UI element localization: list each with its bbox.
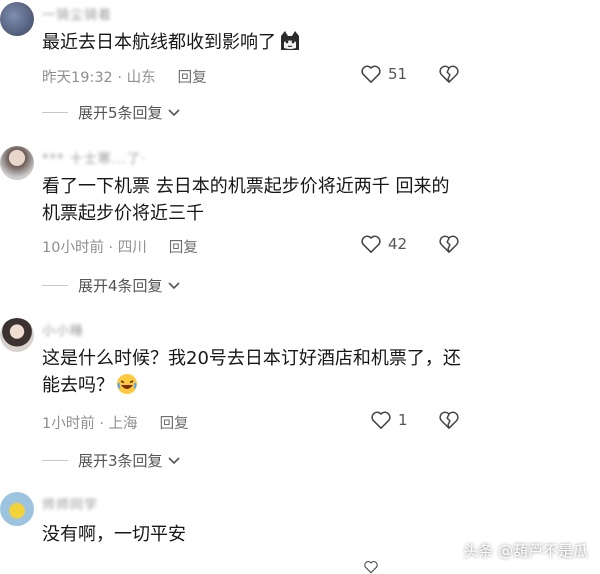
time-location: 10小时前 · 四川 (42, 240, 147, 256)
divider-line (42, 460, 68, 461)
avatar[interactable] (0, 318, 34, 352)
expand-replies-button[interactable]: 展开5条回复 (42, 102, 181, 123)
avatar[interactable] (0, 2, 34, 36)
time-location: 1小时前 · 上海 (42, 416, 138, 432)
reply-button[interactable]: 回复 (169, 240, 198, 256)
comment-text: 看了一下机票 去日本的机票起步价将近两千 回来的机票起步价将近三千 (42, 176, 450, 224)
divider-line (42, 112, 68, 113)
dislike-button[interactable] (438, 64, 460, 88)
username[interactable]: 师师同学 (42, 494, 98, 513)
chevron-down-icon (167, 281, 180, 289)
dislike-button[interactable] (438, 410, 460, 434)
time-location: 昨天19:32 · 山东 (42, 70, 156, 86)
broken-heart-icon (439, 65, 459, 83)
like-count: 1 (398, 411, 408, 429)
avatar[interactable] (0, 492, 34, 526)
heart-outline-icon[interactable] (360, 560, 382, 574)
comment-text: 没有啊，一切平安 (42, 524, 186, 545)
broken-heart-icon (439, 411, 459, 429)
username[interactable]: *** 十士寒...了· (42, 148, 146, 167)
comment-meta: 10小时前 · 四川 回复 (42, 236, 198, 257)
dislike-button[interactable] (438, 234, 460, 258)
broken-heart-icon (439, 235, 459, 253)
comment-text: 最近去日本航线都收到影响了 (42, 29, 462, 60)
like-button[interactable]: 42 (360, 234, 407, 254)
username[interactable]: 一骑尘骑着 (42, 4, 112, 23)
like-count: 42 (388, 235, 408, 253)
avatar[interactable] (0, 146, 34, 180)
heart-outline-icon (371, 411, 391, 429)
like-count: 51 (388, 65, 408, 83)
comment-meta: 昨天19:32 · 山东 回复 (42, 66, 207, 87)
username[interactable]: 小小睡 (42, 320, 84, 339)
reply-button[interactable]: 回复 (160, 416, 189, 432)
heart-outline-icon (361, 65, 381, 83)
divider-line (42, 285, 68, 286)
laughing-emoji-icon (116, 373, 138, 403)
like-button[interactable]: 51 (360, 64, 407, 84)
heart-outline-icon (361, 235, 381, 253)
comment-meta: 1小时前 · 上海 回复 (42, 412, 189, 433)
cat-emoji-icon (278, 30, 302, 60)
expand-replies-button[interactable]: 展开4条回复 (42, 275, 181, 296)
like-button[interactable]: 1 (370, 410, 408, 430)
chevron-down-icon (167, 456, 180, 464)
expand-replies-button[interactable]: 展开3条回复 (42, 450, 181, 471)
chevron-down-icon (167, 108, 180, 116)
comment-text: 这是什么时候？我20号去日本订好酒店和机票了，还能去吗？ (42, 345, 462, 403)
reply-button[interactable]: 回复 (178, 70, 207, 86)
watermark: 头条 @葫芦不是瓜 (463, 542, 588, 560)
